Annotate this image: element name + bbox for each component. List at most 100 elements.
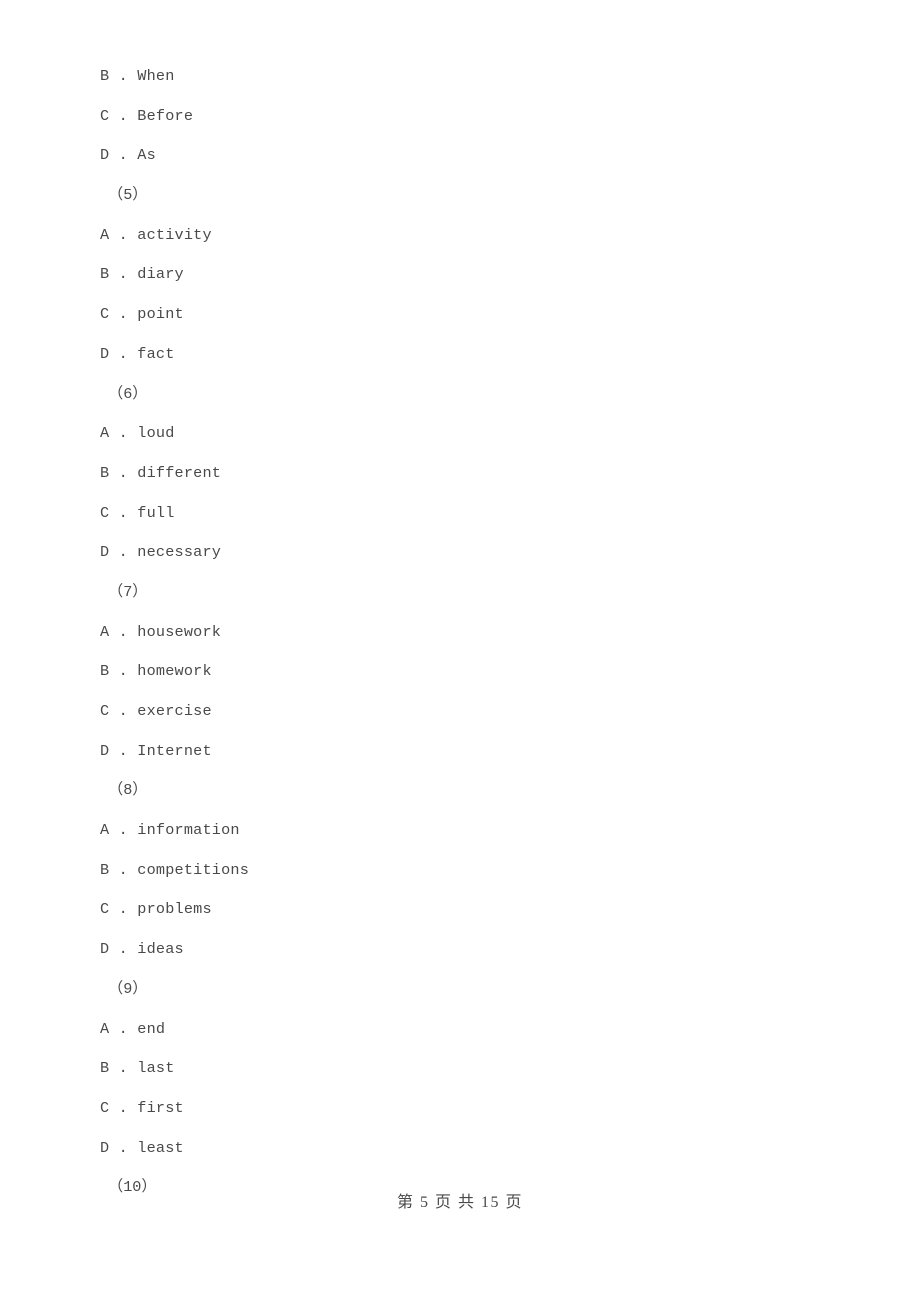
- option-letter: C: [100, 503, 110, 522]
- option-letter: B: [100, 1059, 110, 1078]
- option-separator: .: [109, 940, 138, 959]
- option-text: problems: [137, 900, 212, 919]
- option-letter: D: [100, 543, 110, 562]
- option-separator: .: [109, 1138, 138, 1157]
- question-number-marker: （6）: [100, 375, 700, 415]
- option-letter: C: [100, 106, 110, 125]
- option-letter: B: [100, 662, 110, 681]
- option-text: end: [137, 1019, 166, 1038]
- option-text: Internet: [137, 741, 212, 760]
- answer-option: B . homework: [100, 652, 700, 692]
- document-page: B . When C . Before D . As （5） A . activity B…: [0, 0, 920, 1302]
- answer-option: D . least: [100, 1129, 700, 1169]
- option-separator: .: [109, 741, 138, 760]
- option-text: fact: [137, 344, 175, 363]
- option-letter: D: [100, 344, 110, 363]
- option-separator: .: [109, 860, 138, 879]
- option-text: necessary: [137, 543, 222, 562]
- option-letter: B: [100, 265, 110, 284]
- option-text: information: [137, 821, 240, 840]
- option-separator: .: [109, 463, 138, 482]
- answer-option: C . problems: [100, 890, 700, 930]
- answer-option: B . When: [100, 57, 700, 97]
- option-letter: C: [100, 900, 110, 919]
- option-separator: .: [109, 225, 138, 244]
- option-separator: .: [109, 702, 138, 720]
- option-separator: .: [109, 1098, 138, 1117]
- option-letter: C: [100, 305, 110, 324]
- question-marker-text: （8）: [108, 781, 148, 800]
- answer-option: A . end: [100, 1010, 700, 1050]
- option-separator: .: [109, 543, 138, 562]
- option-letter: A: [100, 622, 110, 641]
- option-separator: .: [109, 900, 138, 919]
- answer-option: C . Before: [100, 97, 700, 137]
- option-letter: D: [100, 940, 110, 959]
- option-letter: C: [100, 1098, 110, 1117]
- question-marker-text: （7）: [108, 582, 148, 601]
- answer-option: D . As: [100, 136, 700, 176]
- question-number-marker: （7）: [100, 573, 700, 613]
- answer-option: C . point: [100, 295, 700, 335]
- option-text: diary: [137, 265, 184, 284]
- option-separator: .: [109, 344, 138, 363]
- option-separator: .: [109, 67, 138, 85]
- question-number-marker: （5）: [100, 176, 700, 216]
- option-letter: D: [100, 146, 110, 165]
- option-text: When: [137, 67, 175, 85]
- answer-option: A . activity: [100, 216, 700, 256]
- option-letter: C: [100, 702, 110, 720]
- answer-option: B . different: [100, 454, 700, 494]
- option-letter: A: [100, 424, 110, 443]
- question-number-marker: （9）: [100, 970, 700, 1010]
- option-text: last: [137, 1059, 175, 1078]
- answer-option: B . diary: [100, 255, 700, 295]
- option-letter: A: [100, 821, 110, 840]
- option-separator: .: [109, 662, 138, 681]
- option-letter: A: [100, 1019, 110, 1038]
- option-letter: B: [100, 860, 110, 879]
- answer-option: C . first: [100, 1089, 700, 1129]
- option-letter: D: [100, 741, 110, 760]
- option-text: competitions: [137, 860, 250, 879]
- option-separator: .: [109, 424, 138, 443]
- option-text: least: [137, 1138, 184, 1157]
- answer-option: B . competitions: [100, 851, 700, 891]
- option-separator: .: [109, 305, 138, 324]
- option-text: housework: [137, 622, 222, 641]
- question-marker-text: （6）: [108, 384, 148, 403]
- option-text: ideas: [137, 940, 184, 959]
- answer-option: D . Internet: [100, 732, 700, 772]
- option-text: exercise: [137, 702, 212, 720]
- answer-option: A . loud: [100, 414, 700, 454]
- answer-option: D . fact: [100, 335, 700, 375]
- answer-option: C . full: [100, 494, 700, 534]
- option-text: full: [137, 503, 175, 522]
- answer-option: D . ideas: [100, 930, 700, 970]
- option-text: homework: [137, 662, 212, 681]
- option-separator: .: [109, 821, 138, 840]
- option-letter: D: [100, 1138, 110, 1157]
- question-option-list: B . When C . Before D . As （5） A . activity B…: [100, 57, 700, 1208]
- answer-option: A . information: [100, 811, 700, 851]
- question-number-marker: （8）: [100, 771, 700, 811]
- option-separator: .: [109, 1059, 138, 1078]
- answer-option: B . last: [100, 1049, 700, 1089]
- option-text: point: [137, 305, 184, 324]
- option-separator: .: [109, 106, 138, 125]
- option-text: loud: [137, 424, 175, 443]
- option-separator: .: [109, 503, 138, 522]
- option-letter: B: [100, 67, 110, 85]
- option-separator: .: [109, 265, 138, 284]
- answer-option: D . necessary: [100, 533, 700, 573]
- answer-option: C . exercise: [100, 692, 700, 732]
- option-text: first: [137, 1098, 184, 1117]
- option-separator: .: [109, 146, 138, 165]
- option-letter: B: [100, 463, 110, 482]
- option-separator: .: [109, 1019, 138, 1038]
- option-letter: A: [100, 225, 110, 244]
- option-separator: .: [109, 622, 138, 641]
- option-text: activity: [137, 225, 212, 244]
- question-marker-text: （5）: [108, 186, 148, 205]
- question-marker-text: （9）: [108, 979, 148, 998]
